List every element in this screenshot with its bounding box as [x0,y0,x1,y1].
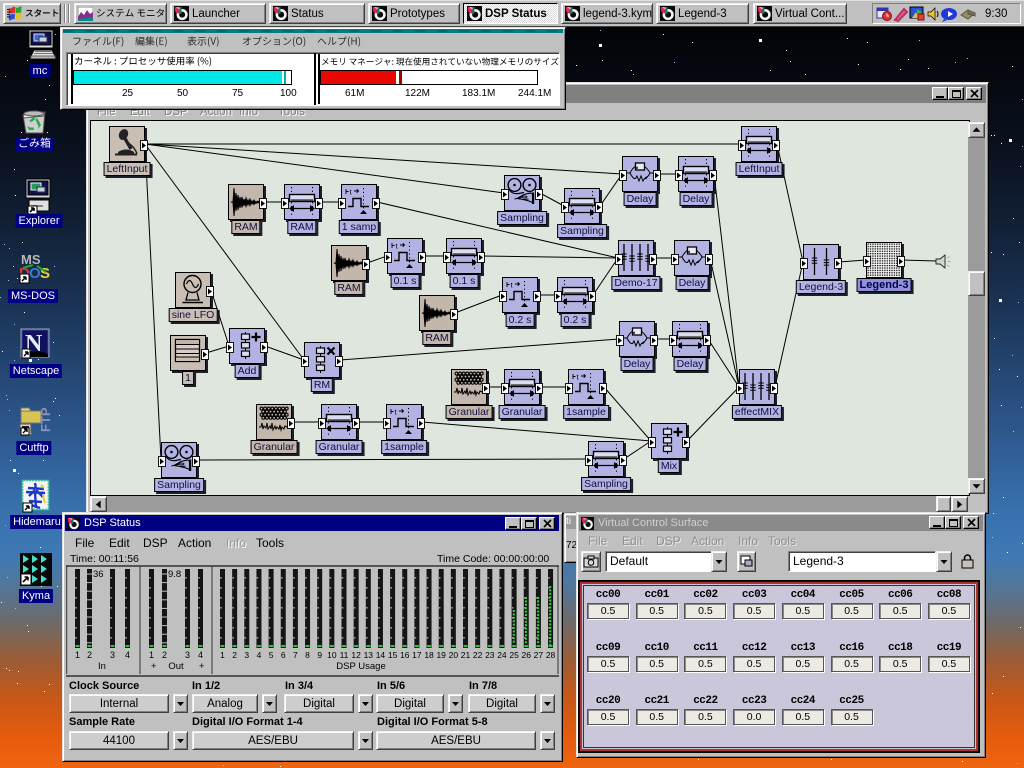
svg-text:19: 19 [436,650,446,660]
svg-text:17: 17 [412,650,422,660]
svg-text:6: 6 [281,650,286,660]
svg-text:14: 14 [376,650,386,660]
svg-text:t: t [511,281,514,290]
svg-text:28: 28 [546,650,556,660]
svg-text:In: In [98,661,106,672]
svg-text:23: 23 [485,650,495,660]
svg-text:8: 8 [305,650,310,660]
svg-text:20: 20 [449,650,459,660]
svg-text:7: 7 [293,650,298,660]
svg-text:3: 3 [244,650,249,660]
svg-text:5: 5 [269,650,274,660]
svg-text:2: 2 [162,650,167,660]
svg-text:+: + [151,661,157,672]
svg-text:t: t [396,242,399,251]
svg-text:t: t [395,408,398,417]
svg-text:4: 4 [125,650,130,660]
svg-text:21: 21 [461,650,471,660]
svg-text:10: 10 [327,650,337,660]
svg-text:12: 12 [351,650,361,660]
svg-text:9.8: 9.8 [168,569,181,580]
svg-text:22: 22 [473,650,483,660]
svg-text:S: S [40,265,50,282]
svg-text:36: 36 [93,569,104,580]
svg-text:2: 2 [87,650,92,660]
svg-text:24: 24 [497,650,507,660]
svg-text:9: 9 [317,650,322,660]
svg-text:t: t [350,188,353,197]
svg-text:15: 15 [388,650,398,660]
svg-text:16: 16 [400,650,410,660]
svg-text:25: 25 [509,650,519,660]
svg-text:3: 3 [185,650,190,660]
svg-text:FTP: FTP [38,407,52,432]
svg-text:1: 1 [220,650,225,660]
svg-text:4: 4 [257,650,262,660]
svg-text:3: 3 [110,650,115,660]
svg-text:26: 26 [522,650,532,660]
svg-text:Out: Out [168,661,184,672]
svg-text:2: 2 [232,650,237,660]
svg-text:1: 1 [149,650,154,660]
svg-text:1: 1 [75,650,80,660]
svg-text:11: 11 [340,650,349,660]
svg-text:27: 27 [534,650,544,660]
svg-text:13: 13 [364,650,374,660]
svg-text:+: + [199,661,205,672]
svg-text:DSP Usage: DSP Usage [336,661,385,672]
svg-text:4: 4 [198,650,203,660]
svg-text:t: t [577,373,580,382]
svg-text:18: 18 [424,650,434,660]
